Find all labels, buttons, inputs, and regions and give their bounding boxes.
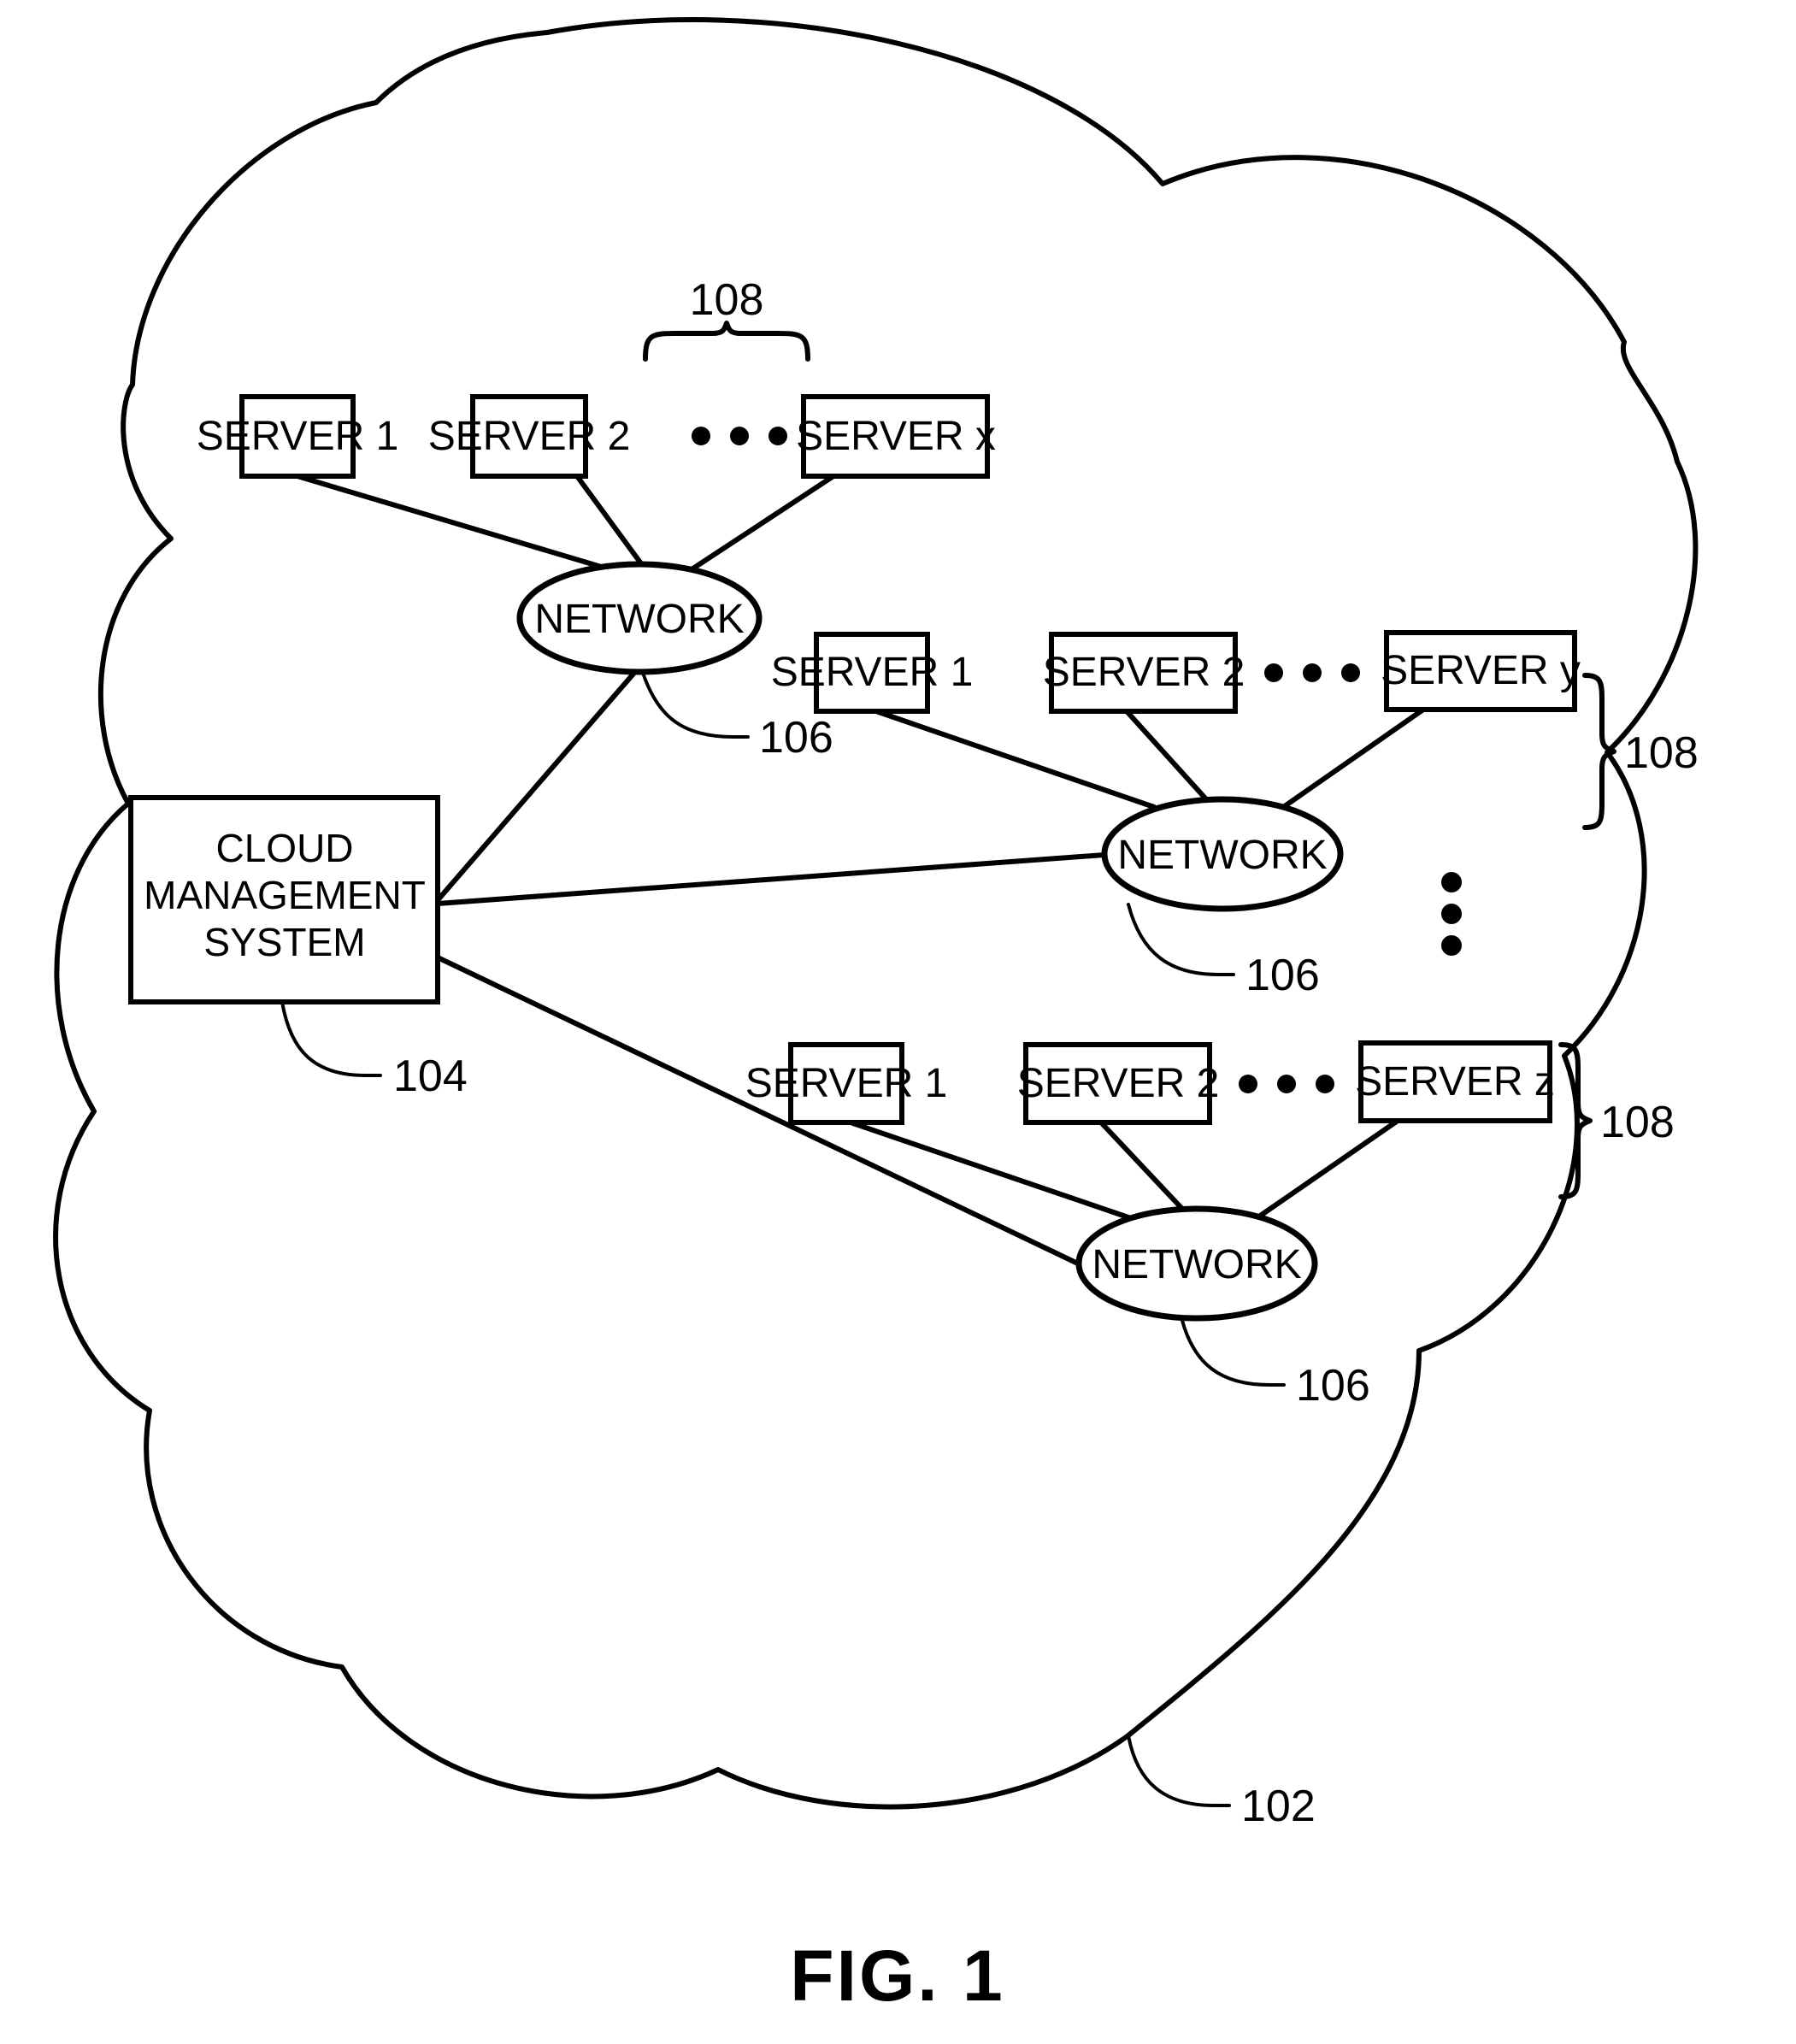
ref-label-108-mid: 108	[1624, 728, 1699, 778]
server-label-mid-1: SERVER 1	[771, 650, 974, 695]
network-label-mid: NETWORK	[1117, 833, 1327, 878]
cms-label-line3: SYSTEM	[203, 920, 365, 964]
ref-label-106-top: 106	[759, 713, 833, 763]
server-label-bot-1: SERVER 1	[745, 1061, 948, 1106]
ref-label-104: 104	[393, 1051, 468, 1101]
ref-label-102: 102	[1241, 1782, 1316, 1831]
vertical-ellipsis-dot-2	[1441, 904, 1462, 924]
server-label-top-2: SERVER 2	[428, 414, 631, 459]
ellipsis-dot-top-2	[730, 427, 749, 445]
ellipsis-dot-bot-2	[1277, 1075, 1296, 1093]
vertical-ellipsis-dot-3	[1441, 935, 1462, 956]
ref-label-106-bot: 106	[1296, 1361, 1370, 1411]
ref-label-108-bot: 108	[1600, 1098, 1675, 1147]
diagram-canvas: SERVER 1 SERVER 2 SERVER x 108 NETWORK 1…	[53, 17, 1699, 2016]
network-label-top: NETWORK	[534, 597, 744, 642]
ellipsis-dot-mid-3	[1341, 663, 1360, 682]
ellipsis-dot-top-3	[768, 427, 787, 445]
network-label-bot: NETWORK	[1092, 1242, 1301, 1287]
vertical-ellipsis-dot-1	[1441, 872, 1462, 892]
leader-102	[1127, 1734, 1231, 1807]
cms-label-line1: CLOUD	[215, 826, 353, 870]
cms-label-line2: MANAGEMENT	[144, 873, 426, 917]
figure-caption: FIG. 1	[790, 1935, 1004, 2016]
ellipsis-dot-bot-1	[1239, 1075, 1257, 1093]
ref-label-106-mid: 106	[1245, 951, 1320, 1000]
server-label-bot-2: SERVER 2	[1017, 1061, 1220, 1106]
ellipsis-dot-mid-1	[1264, 663, 1283, 682]
server-label-top-1: SERVER 1	[197, 414, 399, 459]
server-label-bot-z: SERVER z	[1355, 1059, 1555, 1104]
patent-figure: SERVER 1 SERVER 2 SERVER x 108 NETWORK 1…	[0, 0, 1796, 2044]
server-label-mid-2: SERVER 2	[1043, 650, 1245, 695]
ellipsis-dot-top-1	[692, 427, 710, 445]
ref-label-108-top: 108	[690, 275, 764, 325]
server-label-top-x: SERVER x	[796, 414, 996, 459]
ellipsis-dot-bot-3	[1316, 1075, 1334, 1093]
server-label-mid-y: SERVER y	[1381, 648, 1581, 693]
ellipsis-dot-mid-2	[1303, 663, 1322, 682]
